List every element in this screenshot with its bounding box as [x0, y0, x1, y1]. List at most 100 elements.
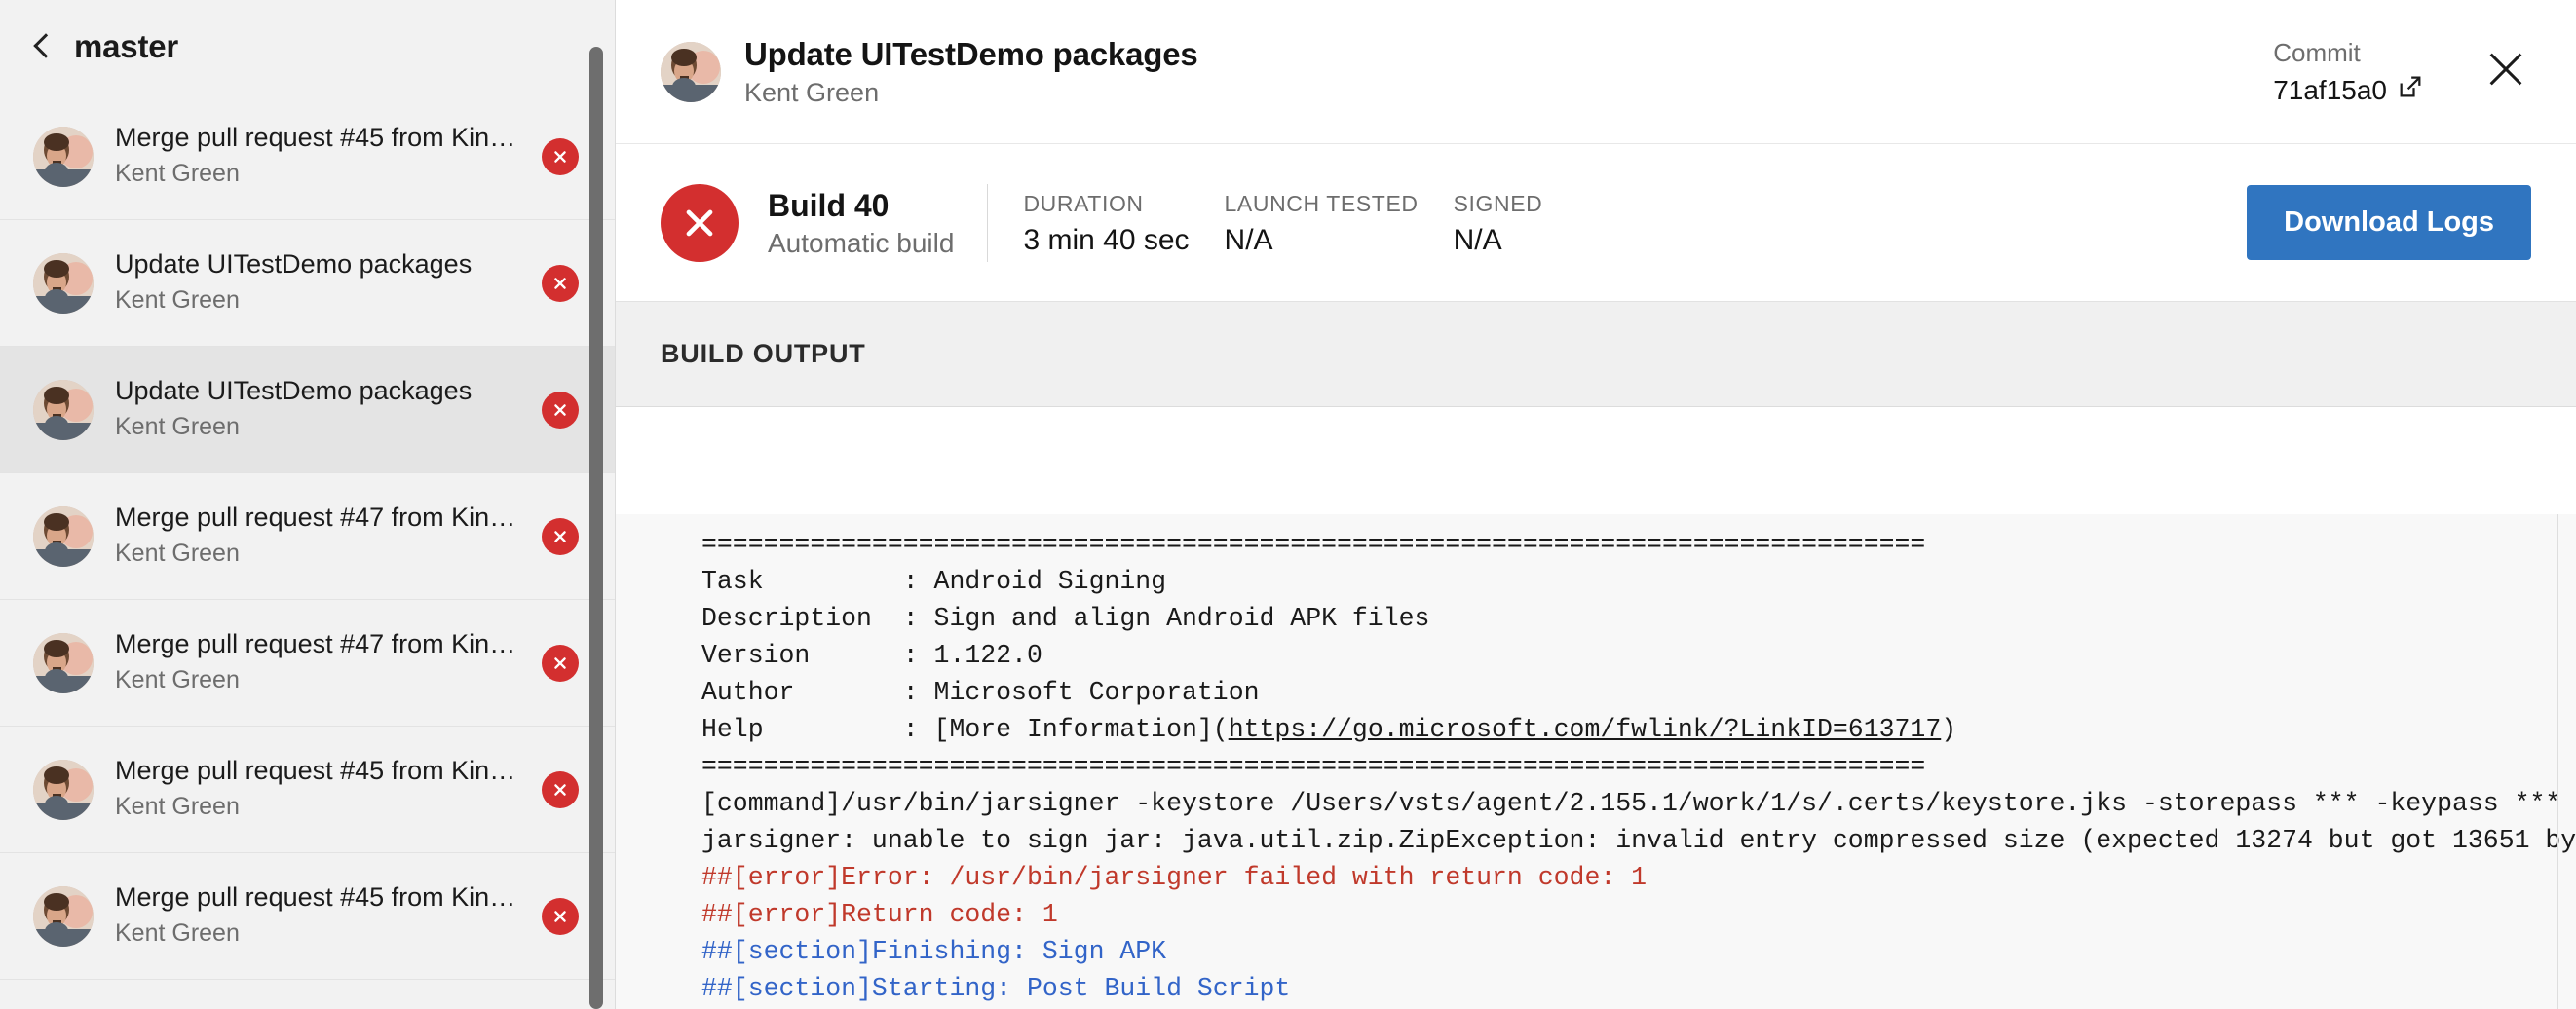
commit-author: Kent Green	[115, 539, 240, 567]
build-summary: Build 40 Automatic build DURATION 3 min …	[616, 144, 2576, 302]
commit-text: Merge pull request #45 from Kin… Kent Gre…	[115, 755, 542, 824]
commit-author: Kent Green	[115, 918, 240, 947]
detail-header: Update UITestDemo packages Kent Green Co…	[616, 0, 2576, 144]
log-line: ========================================…	[701, 752, 1926, 781]
log-line: Help : [More Information](https://go.mic…	[701, 711, 2576, 748]
commit-list-item[interactable]: Merge pull request #47 from Kin… Kent Gre…	[0, 600, 615, 727]
sidebar-header: master	[0, 0, 615, 93]
commit-list-item[interactable]: Merge pull request #45 from Kin… Kent Gre…	[0, 727, 615, 853]
stat-value: N/A	[1453, 223, 1502, 256]
commit-list-item[interactable]: Update UITestDemo packages Kent Green	[0, 347, 615, 473]
commit-link[interactable]: 71af15a0	[2273, 73, 2424, 107]
build-output-header: BUILD OUTPUT	[616, 302, 2576, 407]
commit-title: Merge pull request #47 from Kin…	[115, 503, 516, 533]
stat-signed: SIGNED N/A	[1454, 188, 1543, 256]
external-link-icon[interactable]	[2397, 73, 2424, 107]
stat-duration: DURATION 3 min 40 sec	[1023, 188, 1189, 256]
commit-text: Merge pull request #47 from Kin… Kent Gre…	[115, 502, 542, 571]
commit-author: Kent Green	[115, 792, 240, 820]
build-log-area[interactable]: ========================================…	[616, 514, 2576, 1009]
stat-label: LAUNCH TESTED	[1224, 191, 1419, 217]
build-log-text: ========================================…	[616, 514, 2576, 1009]
commit-block: Commit 71af15a0	[2273, 36, 2424, 107]
build-detail-panel: Update UITestDemo packages Kent Green Co…	[616, 0, 2576, 1009]
commit-title: Merge pull request #45 from Kin…	[115, 756, 516, 786]
log-line: Author : Microsoft Corporation	[701, 678, 1260, 707]
chevron-left-icon[interactable]	[33, 30, 53, 63]
stat-value: N/A	[1224, 223, 1273, 256]
status-badge-failure-icon	[542, 517, 579, 555]
status-badge-failure-icon	[542, 264, 579, 302]
status-badge-failure-icon	[542, 897, 579, 935]
stat-label: SIGNED	[1453, 191, 1543, 217]
commit-text: Merge pull request #45 from Kin… Kent Gre…	[115, 881, 542, 951]
log-line: ##[section]Starting: Post Build Script	[701, 974, 1291, 1003]
branch-name: master	[74, 28, 179, 64]
app-root: master Merge pull request #45 from Kin… K…	[0, 0, 2576, 1009]
close-button[interactable]	[2481, 47, 2531, 97]
status-badge-failure-icon	[542, 770, 579, 808]
log-line: Task : Android Signing	[701, 567, 1167, 596]
avatar	[661, 41, 721, 102]
avatar	[33, 632, 94, 693]
avatar	[33, 252, 94, 314]
commit-title: Merge pull request #47 from Kin…	[115, 629, 516, 659]
commit-author: Kent Green	[115, 285, 240, 314]
log-link[interactable]: https://go.microsoft.com/fwlink/?LinkID=…	[1229, 715, 1942, 744]
commit-list-item[interactable]: Merge pull request #45 from Kin… Kent Gre…	[0, 93, 615, 220]
commit-text: Merge pull request #45 from Kin… Kent Gre…	[115, 122, 542, 191]
commit-list-item[interactable]: Update UITestDemo packages Kent Green	[0, 220, 615, 347]
log-line-text: Help : [More Information](	[701, 715, 1229, 744]
log-line: ##[section]Finishing: Sign APK	[701, 937, 1167, 966]
commit-label: Commit	[2273, 37, 2361, 67]
commit-title: Merge pull request #45 from Kin…	[115, 123, 516, 153]
commit-list-item[interactable]: Merge pull request #45 from Kin…Kent Gre…	[0, 980, 615, 1009]
commit-title: Update UITestDemo packages	[115, 249, 473, 280]
avatar	[33, 379, 94, 440]
page-author: Kent Green	[744, 77, 880, 107]
stat-value: 3 min 40 sec	[1023, 223, 1190, 256]
divider	[987, 183, 989, 262]
avatar	[33, 759, 94, 820]
commit-list-item[interactable]: Merge pull request #47 from Kin… Kent Gre…	[0, 473, 615, 600]
commit-list[interactable]: Merge pull request #45 from Kin… Kent Gre…	[0, 93, 615, 1009]
commit-author: Kent Green	[115, 412, 240, 440]
build-name-block: Build 40 Automatic build	[768, 186, 954, 259]
log-line: ========================================…	[701, 530, 1926, 559]
commit-title: Update UITestDemo packages	[115, 376, 473, 406]
status-badge-failure-icon	[542, 137, 579, 175]
commit-title: Merge pull request #45 from Kin…	[115, 882, 516, 913]
log-scrollbar-track[interactable]	[2557, 514, 2558, 1009]
commit-author: Kent Green	[115, 665, 240, 693]
commit-text: Update UITestDemo packages Kent Green	[115, 248, 542, 318]
stat-launch-tested: LAUNCH TESTED N/A	[1225, 188, 1419, 256]
commit-text: Merge pull request #47 from Kin… Kent Gre…	[115, 628, 542, 697]
error-x-icon	[661, 183, 739, 262]
log-line: ##[error]Return code: 1	[701, 900, 1058, 929]
log-line: Version : 1.122.0	[701, 641, 1042, 670]
detail-header-titles: Update UITestDemo packages Kent Green	[744, 35, 2273, 108]
log-line: ##[error]Error: /usr/bin/jarsigner faile…	[701, 863, 1648, 892]
commit-sha: 71af15a0	[2273, 74, 2387, 105]
log-line-text: )	[1941, 715, 1957, 744]
commit-author: Kent Green	[115, 159, 240, 187]
avatar	[33, 505, 94, 567]
build-subtitle: Automatic build	[768, 228, 955, 258]
build-output-title: BUILD OUTPUT	[661, 339, 866, 368]
avatar	[33, 885, 94, 947]
close-icon	[2483, 47, 2528, 96]
stat-label: DURATION	[1023, 191, 1144, 217]
download-logs-button[interactable]: Download Logs	[2247, 185, 2531, 260]
status-badge-failure-icon	[542, 391, 579, 429]
commit-list-item[interactable]: Merge pull request #45 from Kin… Kent Gre…	[0, 853, 615, 980]
log-line: Description : Sign and align Android APK…	[701, 604, 1430, 633]
commit-sidebar: master Merge pull request #45 from Kin… K…	[0, 0, 616, 1009]
avatar	[33, 126, 94, 187]
sidebar-scrollbar-thumb[interactable]	[589, 47, 603, 1009]
log-line: [command]/usr/bin/jarsigner -keystore /U…	[701, 789, 2576, 818]
page-title: Update UITestDemo packages	[744, 36, 1198, 73]
commit-text: Update UITestDemo packages Kent Green	[115, 375, 542, 444]
status-badge-failure-icon	[542, 644, 579, 682]
build-name: Build 40	[768, 188, 890, 223]
log-line: jarsigner: unable to sign jar: java.util…	[701, 826, 2576, 855]
